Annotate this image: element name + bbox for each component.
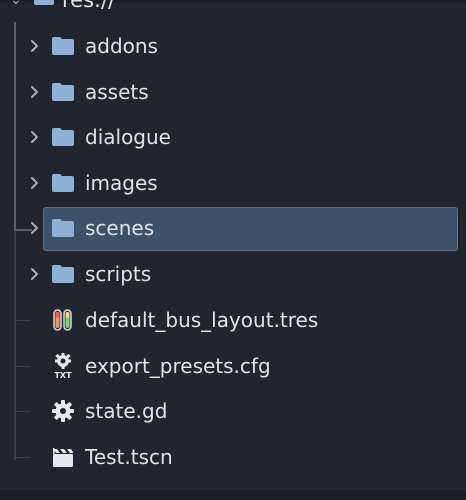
audio-bus-layout-icon xyxy=(51,309,75,332)
tree-guide-tick xyxy=(16,411,30,412)
chevron-right-icon[interactable] xyxy=(27,38,43,54)
tree-item-scenes[interactable]: scenes xyxy=(0,207,466,251)
tree-item-images[interactable]: images xyxy=(0,162,466,206)
folder-icon xyxy=(51,264,75,286)
tree-item-label: default_bus_layout.tres xyxy=(85,308,319,332)
tree-guide-tick xyxy=(16,320,30,321)
tree-root-row[interactable]: ⌄ res:// xyxy=(0,0,466,16)
folder-icon xyxy=(51,127,75,149)
tree-item-state-gd[interactable]: state.gd xyxy=(0,390,466,434)
tree-item-scripts[interactable]: scripts xyxy=(0,253,466,297)
panel-bottom-edge xyxy=(0,490,466,500)
tree-guide-tick xyxy=(16,457,30,458)
text-config-gear-icon: TXT xyxy=(51,353,75,380)
folder-icon xyxy=(33,0,55,10)
tree-item-label: scripts xyxy=(85,262,152,286)
chevron-right-icon[interactable] xyxy=(27,220,43,236)
tree-item-label: Test.tscn xyxy=(85,445,173,469)
svg-text:TXT: TXT xyxy=(54,371,72,379)
tree-item-test-tscn[interactable]: Test.tscn xyxy=(0,436,466,480)
chevron-right-icon[interactable] xyxy=(27,175,43,191)
chevron-down-icon[interactable]: ⌄ xyxy=(10,0,22,8)
chevron-right-icon[interactable] xyxy=(27,84,43,100)
tree-item-label: state.gd xyxy=(85,399,168,423)
tree-item-label: scenes xyxy=(85,216,155,240)
tree-item-dialogue[interactable]: dialogue xyxy=(0,116,466,160)
tree-root-label: res:// xyxy=(62,0,116,12)
clapperboard-scene-icon xyxy=(51,447,75,469)
tree-item-export-presets[interactable]: TXT export_presets.cfg xyxy=(0,345,466,389)
folder-icon xyxy=(51,36,75,58)
tree-item-label: export_presets.cfg xyxy=(85,354,271,378)
tree-item-label: dialogue xyxy=(85,125,171,149)
tree-item-label: addons xyxy=(85,34,158,58)
folder-icon xyxy=(51,218,75,240)
chevron-right-icon[interactable] xyxy=(27,129,43,145)
gear-script-icon xyxy=(51,400,75,423)
folder-icon xyxy=(51,82,75,104)
tree-guide-tick xyxy=(16,366,30,367)
tree-item-label: images xyxy=(85,171,158,195)
chevron-right-icon[interactable] xyxy=(27,266,43,282)
tree-item-assets[interactable]: assets xyxy=(0,71,466,115)
tree-item-label: assets xyxy=(85,80,149,104)
tree-item-addons[interactable]: addons xyxy=(0,25,466,69)
folder-icon xyxy=(51,173,75,195)
tree-item-default-bus-layout[interactable]: default_bus_layout.tres xyxy=(0,299,466,343)
filesystem-panel: ⌄ res:// addons assets dialogue images s… xyxy=(0,0,466,500)
